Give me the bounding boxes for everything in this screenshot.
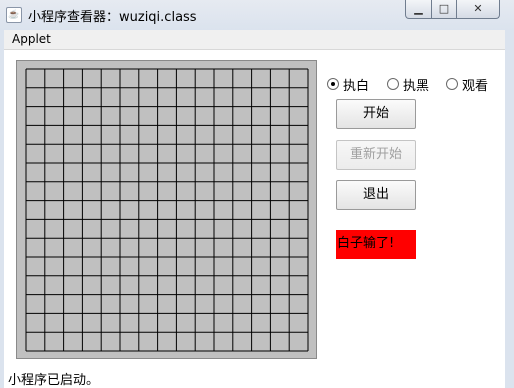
radio-play-black[interactable]: 执黑 [387,76,430,94]
status-bar: 小程序已启动。 [4,363,505,388]
gomoku-board[interactable] [16,60,317,359]
minimize-button[interactable]: ▁ [405,0,432,19]
restart-button[interactable]: 重新开始 [336,140,416,170]
maximize-button[interactable]: □ [431,0,457,19]
window-title: 小程序查看器：wuziqi.class [28,10,197,25]
status-text: 小程序已启动。 [8,373,100,388]
board-grid [25,68,309,352]
radio-play-white[interactable]: 执白 [327,76,370,94]
java-cup-icon: ☕ [6,7,22,23]
radio-dot-icon [327,78,339,90]
radio-label: 执白 [343,78,370,94]
exit-button[interactable]: 退出 [336,180,416,210]
window-frame-right [505,30,514,388]
radio-watch[interactable]: 观看 [446,76,489,94]
close-button[interactable]: ✕ [456,0,500,19]
result-message: 白子输了! [336,230,416,259]
menu-applet[interactable]: Applet [12,32,51,46]
title-bar: ☕ 小程序查看器：wuziqi.class ▁ □ ✕ [0,0,514,30]
radio-label: 观看 [462,78,489,94]
menu-bar: Applet [4,30,505,50]
radio-label: 执黑 [403,78,430,94]
start-button[interactable]: 开始 [336,99,416,129]
radio-dot-icon [446,78,458,90]
radio-dot-icon [387,78,399,90]
